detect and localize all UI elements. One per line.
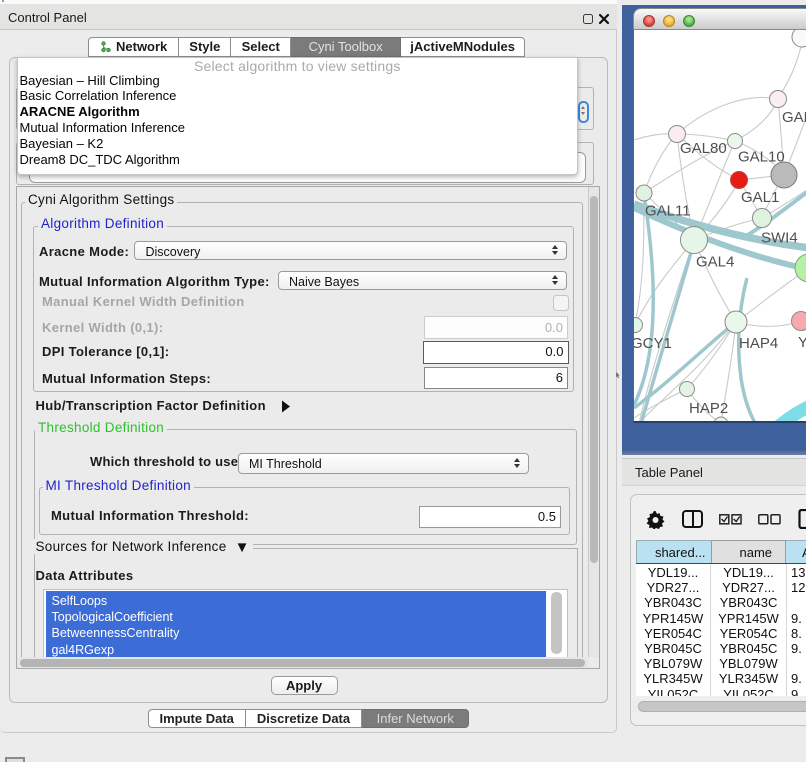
svg-text:GAL2: GAL2 <box>782 109 806 126</box>
svg-text:GCY1: GCY1 <box>634 335 672 352</box>
svg-text:GAL4: GAL4 <box>696 254 734 271</box>
svg-text:GAL10: GAL10 <box>738 149 785 166</box>
svg-text:GAL80: GAL80 <box>680 140 727 157</box>
svg-text:GAL1: GAL1 <box>741 189 779 206</box>
svg-text:GAL11: GAL11 <box>645 203 691 220</box>
svg-text:HAP4: HAP4 <box>739 335 778 352</box>
svg-text:SWI4: SWI4 <box>761 230 798 247</box>
svg-text:YJR048W: YJR048W <box>798 334 806 351</box>
svg-text:HAP2: HAP2 <box>689 400 728 417</box>
